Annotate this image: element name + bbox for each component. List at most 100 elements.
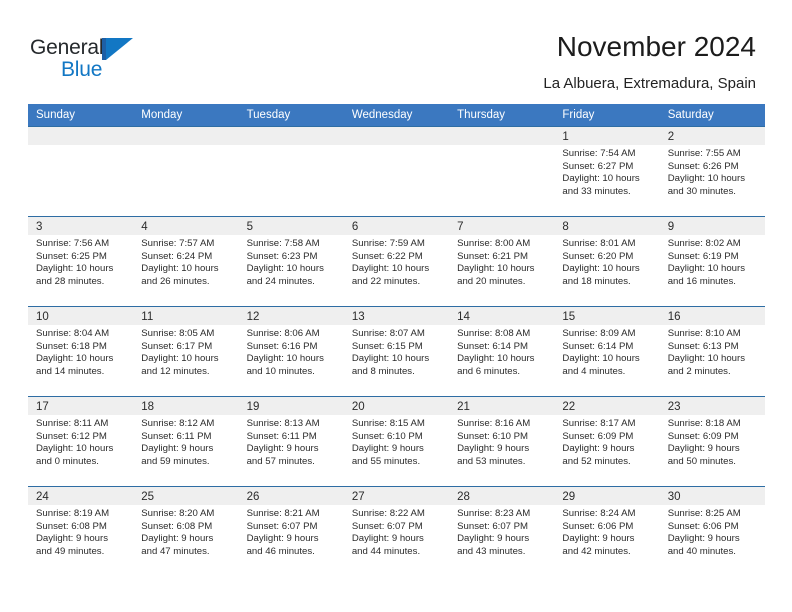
calendar-page: General Blue November 2024 La Albuera, E… <box>0 0 792 612</box>
day-cell[interactable]: 2 Sunrise: 7:55 AM Sunset: 6:26 PM Daylight… <box>659 127 765 216</box>
day-cell[interactable]: 20 Sunrise: 8:15 AM Sunset: 6:10 PM Dayligh… <box>343 397 450 486</box>
day-number-band: 12 <box>238 307 344 325</box>
day-sun-info: Sunrise: 7:57 AM Sunset: 6:24 PM Daylight:… <box>133 235 238 288</box>
daylight-text-line1: Daylight: 9 hours <box>457 443 530 455</box>
day-sun-info: Sunrise: 8:19 AM Sunset: 6:08 PM Daylight:… <box>28 505 133 558</box>
sunrise-text: Sunrise: 7:58 AM <box>246 238 320 249</box>
day-cell[interactable]: 13 Sunrise: 8:07 AM Sunset: 6:15 PM Dayligh… <box>343 307 450 396</box>
day-sun-info: Sunrise: 8:13 AM Sunset: 6:11 PM Daylight:… <box>239 415 344 468</box>
day-cell[interactable]: 18 Sunrise: 8:12 AM Sunset: 6:11 PM Dayligh… <box>133 397 239 486</box>
day-number-band <box>343 127 450 145</box>
day-cell[interactable]: 26 Sunrise: 8:21 AM Sunset: 6:07 PM Dayligh… <box>238 487 344 580</box>
daylight-text-line1: Daylight: 10 hours <box>562 353 640 365</box>
day-number-band: 29 <box>554 487 660 505</box>
day-cell[interactable]: 21 Sunrise: 8:16 AM Sunset: 6:10 PM Dayligh… <box>449 397 555 486</box>
sunset-text: Sunset: 6:27 PM <box>562 160 634 172</box>
daylight-text-line2: and 43 minutes. <box>457 545 526 557</box>
day-cell[interactable]: 12 Sunrise: 8:06 AM Sunset: 6:16 PM Dayligh… <box>238 307 344 396</box>
day-sun-info: Sunrise: 8:05 AM Sunset: 6:17 PM Daylight:… <box>133 325 238 378</box>
day-sun-info: Sunrise: 7:58 AM Sunset: 6:23 PM Daylight:… <box>239 235 344 288</box>
day-cell[interactable]: 9 Sunrise: 8:02 AM Sunset: 6:19 PM Daylight… <box>659 217 765 306</box>
day-cell[interactable]: 11 Sunrise: 8:05 AM Sunset: 6:17 PM Dayligh… <box>133 307 239 396</box>
day-number-band: 22 <box>554 397 660 415</box>
day-number-band: 21 <box>449 397 555 415</box>
day-sun-info: Sunrise: 8:24 AM Sunset: 6:06 PM Daylight:… <box>554 505 659 558</box>
daylight-text-line1: Daylight: 9 hours <box>562 443 635 455</box>
day-cell[interactable]: 15 Sunrise: 8:09 AM Sunset: 6:14 PM Dayligh… <box>554 307 660 396</box>
day-cell[interactable]: 22 Sunrise: 8:17 AM Sunset: 6:09 PM Dayligh… <box>554 397 660 486</box>
weekday-header-saturday: Saturday <box>667 109 714 121</box>
day-cell[interactable]: 19 Sunrise: 8:13 AM Sunset: 6:11 PM Dayligh… <box>238 397 344 486</box>
day-cell[interactable]: 3 Sunrise: 7:56 AM Sunset: 6:25 PM Daylight… <box>28 217 134 306</box>
day-number: 16 <box>667 311 681 323</box>
sunrise-text: Sunrise: 8:06 AM <box>246 328 320 339</box>
day-number-band: 10 <box>28 307 134 325</box>
day-sun-info: Sunrise: 8:23 AM Sunset: 6:07 PM Daylight:… <box>449 505 554 558</box>
sunset-text: Sunset: 6:25 PM <box>36 250 107 262</box>
day-cell[interactable]: 17 Sunrise: 8:11 AM Sunset: 6:12 PM Dayligh… <box>28 397 134 486</box>
day-number-band: 13 <box>343 307 450 325</box>
sunrise-text: Sunrise: 8:10 AM <box>667 328 741 339</box>
sunrise-text: Sunrise: 8:01 AM <box>562 238 636 249</box>
sunset-text: Sunset: 6:12 PM <box>36 430 107 442</box>
daylight-text-line1: Daylight: 10 hours <box>562 173 640 185</box>
day-number-band: 24 <box>28 487 134 505</box>
calendar-week-row: 24 Sunrise: 8:19 AM Sunset: 6:08 PM Dayligh… <box>28 486 765 580</box>
day-cell[interactable]: 10 Sunrise: 8:04 AM Sunset: 6:18 PM Dayligh… <box>28 307 134 396</box>
day-number-band: 16 <box>659 307 765 325</box>
brand-logo[interactable]: General Blue <box>30 36 170 86</box>
day-cell-empty <box>133 127 239 216</box>
daylight-text-line2: and 18 minutes. <box>562 275 631 287</box>
day-number: 8 <box>562 221 569 233</box>
day-cell[interactable]: 4 Sunrise: 7:57 AM Sunset: 6:24 PM Daylight… <box>133 217 239 306</box>
daylight-text-line1: Daylight: 9 hours <box>246 533 319 545</box>
day-cell[interactable]: 6 Sunrise: 7:59 AM Sunset: 6:22 PM Daylight… <box>343 217 450 306</box>
sunrise-text: Sunrise: 7:56 AM <box>36 238 110 249</box>
day-sun-info: Sunrise: 8:09 AM Sunset: 6:14 PM Daylight:… <box>554 325 659 378</box>
day-cell[interactable]: 8 Sunrise: 8:01 AM Sunset: 6:20 PM Daylight… <box>554 217 660 306</box>
daylight-text-line2: and 12 minutes. <box>141 365 210 377</box>
day-sun-info: Sunrise: 7:56 AM Sunset: 6:25 PM Daylight:… <box>28 235 133 288</box>
day-cell[interactable]: 14 Sunrise: 8:08 AM Sunset: 6:14 PM Dayligh… <box>449 307 555 396</box>
day-sun-info: Sunrise: 8:22 AM Sunset: 6:07 PM Daylight:… <box>344 505 449 558</box>
day-number: 25 <box>141 491 155 503</box>
sunrise-text: Sunrise: 8:21 AM <box>246 508 320 519</box>
day-number-band: 18 <box>133 397 239 415</box>
day-cell[interactable]: 28 Sunrise: 8:23 AM Sunset: 6:07 PM Dayligh… <box>449 487 555 580</box>
day-cell[interactable]: 27 Sunrise: 8:22 AM Sunset: 6:07 PM Dayligh… <box>343 487 450 580</box>
day-number-band: 17 <box>28 397 134 415</box>
day-number-band <box>28 127 134 145</box>
day-number-band: 1 <box>554 127 660 145</box>
flag-triangle-icon <box>102 38 133 60</box>
sunrise-text: Sunrise: 8:24 AM <box>562 508 636 519</box>
sunrise-text: Sunrise: 8:22 AM <box>351 508 425 519</box>
day-number: 23 <box>667 401 681 413</box>
day-sun-info: Sunrise: 8:12 AM Sunset: 6:11 PM Daylight:… <box>133 415 238 468</box>
day-cell[interactable]: 7 Sunrise: 8:00 AM Sunset: 6:21 PM Daylight… <box>449 217 555 306</box>
day-sun-info: Sunrise: 8:16 AM Sunset: 6:10 PM Daylight:… <box>449 415 554 468</box>
daylight-text-line2: and 16 minutes. <box>667 275 736 287</box>
day-number: 28 <box>457 491 470 503</box>
daylight-text-line2: and 53 minutes. <box>457 455 526 467</box>
daylight-text-line2: and 0 minutes. <box>36 455 99 467</box>
day-number-band: 8 <box>554 217 660 235</box>
day-cell[interactable]: 1 Sunrise: 7:54 AM Sunset: 6:27 PM Daylight… <box>554 127 660 216</box>
daylight-text-line1: Daylight: 10 hours <box>667 263 746 275</box>
day-number-band: 3 <box>28 217 134 235</box>
day-cell[interactable]: 29 Sunrise: 8:24 AM Sunset: 6:06 PM Dayligh… <box>554 487 660 580</box>
day-cell[interactable]: 23 Sunrise: 8:18 AM Sunset: 6:09 PM Dayligh… <box>659 397 765 486</box>
day-number: 5 <box>246 221 253 233</box>
day-sun-info: Sunrise: 8:00 AM Sunset: 6:21 PM Daylight:… <box>449 235 554 288</box>
sunset-text: Sunset: 6:11 PM <box>246 430 317 442</box>
day-number: 18 <box>141 401 155 413</box>
sunrise-text: Sunrise: 8:20 AM <box>141 508 215 519</box>
daylight-text-line2: and 4 minutes. <box>562 365 626 377</box>
daylight-text-line1: Daylight: 10 hours <box>246 353 324 365</box>
calendar-grid: Sunday Monday Tuesday Wednesday Thursday Frid… <box>28 104 765 580</box>
day-cell[interactable]: 16 Sunrise: 8:10 AM Sunset: 6:13 PM Dayligh… <box>659 307 765 396</box>
day-cell[interactable]: 5 Sunrise: 7:58 AM Sunset: 6:23 PM Daylight… <box>238 217 344 306</box>
day-cell[interactable]: 25 Sunrise: 8:20 AM Sunset: 6:08 PM Dayligh… <box>133 487 239 580</box>
sunrise-text: Sunrise: 7:57 AM <box>141 238 215 249</box>
day-cell[interactable]: 24 Sunrise: 8:19 AM Sunset: 6:08 PM Dayligh… <box>28 487 134 580</box>
day-cell[interactable]: 30 Sunrise: 8:25 AM Sunset: 6:06 PM Dayligh… <box>659 487 765 580</box>
